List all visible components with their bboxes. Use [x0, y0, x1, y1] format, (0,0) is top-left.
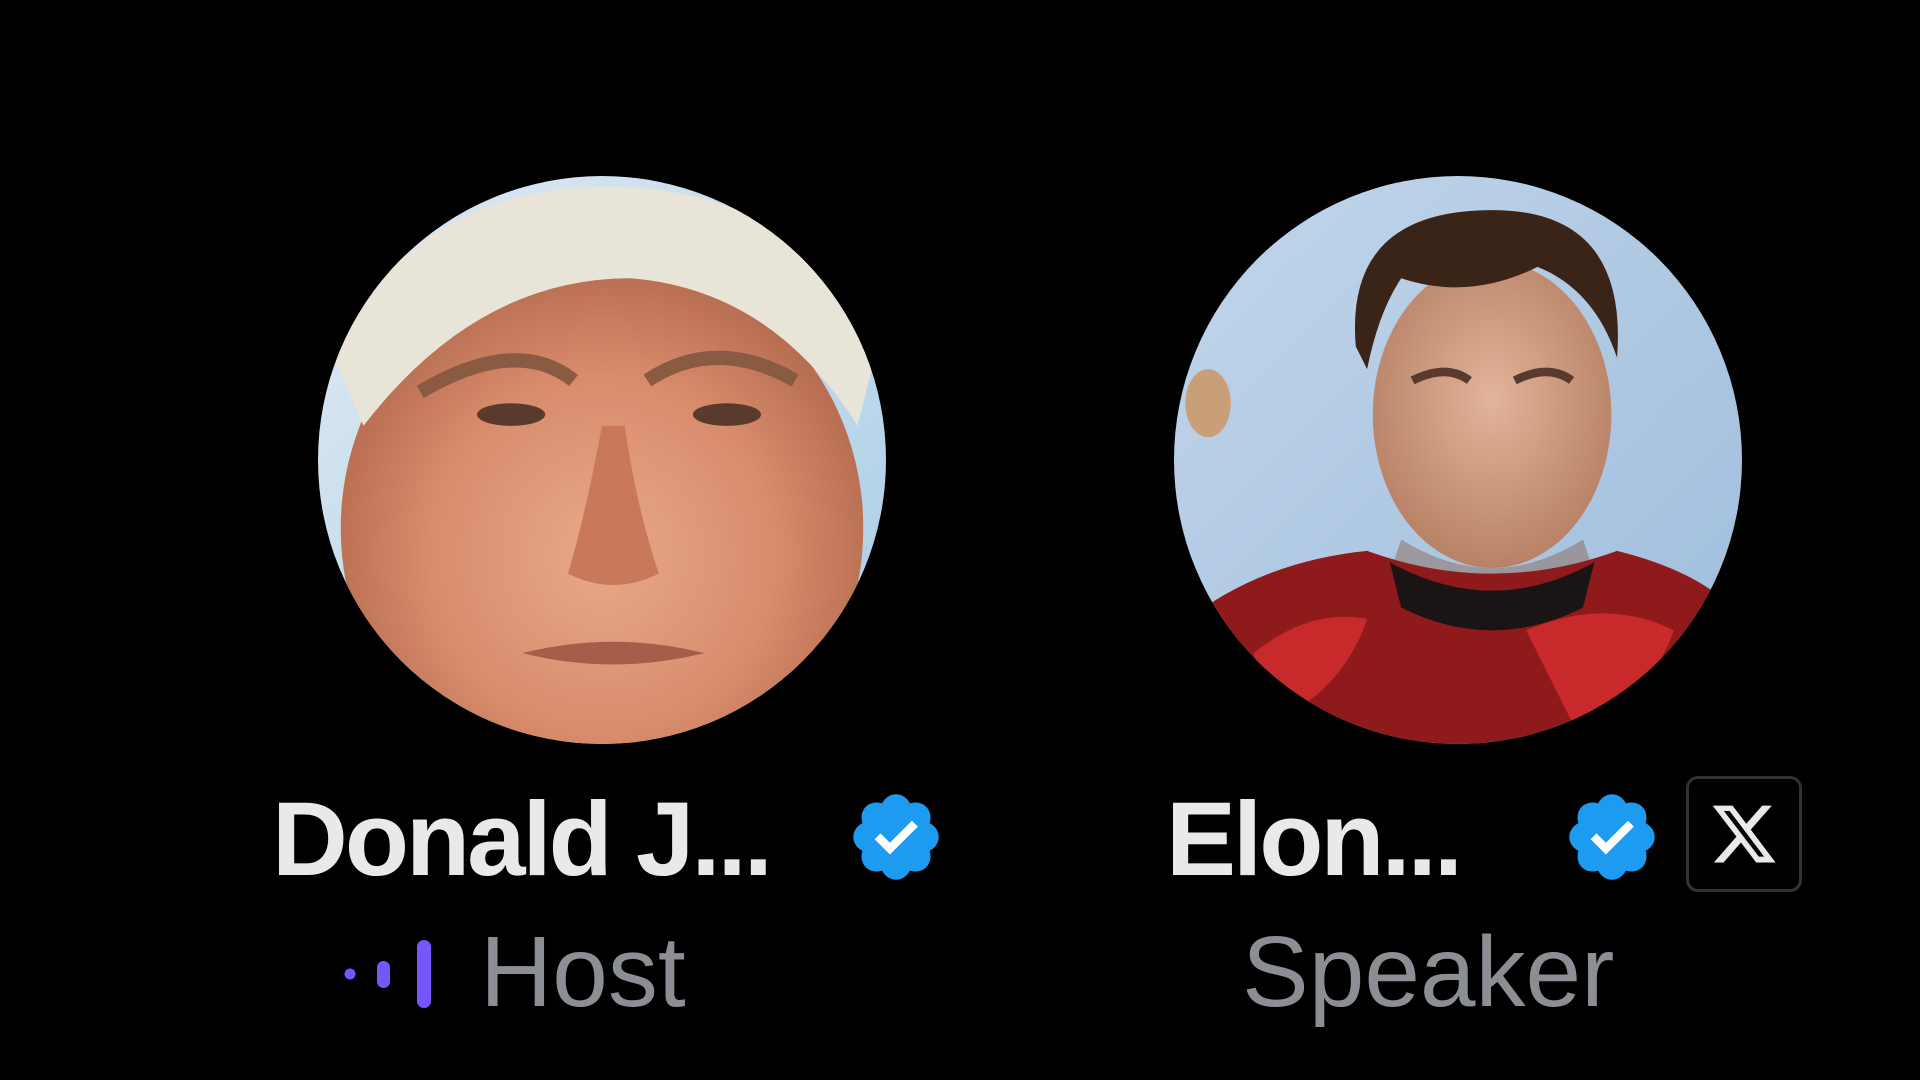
speaker-role: Speaker [1242, 916, 1615, 1028]
host-avatar-image [318, 176, 886, 744]
participant-speaker[interactable]: Elon... Speaker [960, 0, 1920, 1080]
speaker-name: Elon... [1166, 781, 1463, 898]
host-role: Host [480, 916, 686, 1028]
host-name: Donald J... [272, 781, 773, 898]
participant-host[interactable]: Donald J... Host [0, 0, 960, 1080]
speaker-avatar-image [1174, 176, 1742, 744]
speaker-avatar[interactable] [1174, 176, 1742, 744]
verified-badge-icon [1562, 787, 1662, 887]
verified-badge-icon [846, 787, 946, 887]
speaking-indicator-icon [340, 934, 450, 1014]
host-avatar[interactable] [318, 176, 886, 744]
x-logo-icon [1686, 776, 1802, 892]
